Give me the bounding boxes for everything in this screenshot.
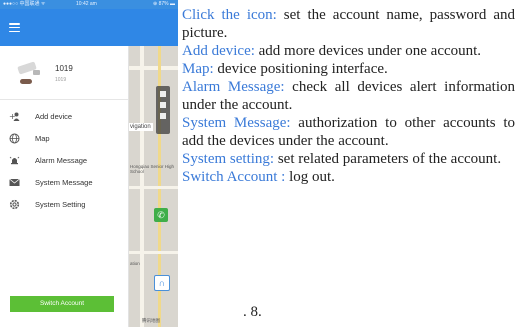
drawer-menu: + Add device Map Alarm Message System Me… xyxy=(0,106,128,216)
app-top-bar xyxy=(0,9,178,46)
description-text: set related parameters of the account. xyxy=(274,151,502,167)
hamburger-menu-icon[interactable] xyxy=(9,23,20,33)
menu-item-map[interactable]: Map xyxy=(0,128,128,150)
description-keyword: Map: xyxy=(182,61,214,77)
description-add-device: Add device: add more devices under one a… xyxy=(182,42,515,60)
map-view[interactable]: vigation Hongqiao Senior High School ati… xyxy=(128,46,178,327)
map-controls[interactable] xyxy=(156,86,170,134)
navigation-label: vigation xyxy=(128,123,153,131)
description-keyword: Switch Account : xyxy=(182,169,286,185)
description-system-setting: System setting: set related parameters o… xyxy=(182,150,515,168)
description-keyword: System Message: xyxy=(182,115,291,131)
menu-item-label: Add device xyxy=(35,112,73,121)
side-drawer: 1019 1019 + Add device Map Alarm Message… xyxy=(0,46,129,327)
add-user-icon: + xyxy=(9,111,20,122)
feature-descriptions: Click the icon: set the account name, pa… xyxy=(182,6,515,186)
battery-indicator: ⊕ 87% ▬ xyxy=(153,1,175,7)
profile-header[interactable]: 1019 1019 xyxy=(0,46,128,100)
alarm-icon xyxy=(9,155,20,166)
status-bar: ●●●○○ 中国联通 ᯤ 10:42 am ⊕ 87% ▬ xyxy=(0,0,178,9)
menu-item-label: System Setting xyxy=(35,200,86,209)
description-map: Map: device positioning interface. xyxy=(182,60,515,78)
description-system-message: System Message: authorization to other a… xyxy=(182,114,515,150)
phone-screenshot: ●●●○○ 中国联通 ᯤ 10:42 am ⊕ 87% ▬ vigation H… xyxy=(0,0,178,327)
gear-icon xyxy=(9,199,20,210)
menu-item-label: Map xyxy=(35,134,50,143)
status-time: 10:42 am xyxy=(76,1,97,7)
description-click-icon: Click the icon: set the account name, pa… xyxy=(182,6,515,42)
page-number: . 8. xyxy=(243,304,262,320)
description-text: device positioning interface. xyxy=(213,61,388,77)
menu-item-alarm-message[interactable]: Alarm Message xyxy=(0,150,128,172)
avatar[interactable] xyxy=(14,60,44,87)
description-text: add more devices under one account. xyxy=(254,43,482,59)
map-poi-text: Hongqiao Senior High School xyxy=(130,164,175,174)
headset-icon[interactable]: ∩ xyxy=(154,275,170,291)
description-keyword: Click the icon: xyxy=(182,7,277,23)
description-switch-account: Switch Account : log out. xyxy=(182,168,515,186)
menu-item-add-device[interactable]: + Add device xyxy=(0,106,128,128)
switch-account-button[interactable]: Switch Account xyxy=(10,296,114,312)
envelope-icon xyxy=(9,177,20,188)
globe-icon xyxy=(9,133,20,144)
carrier-signal: ●●●○○ 中国联通 ᯤ xyxy=(3,1,46,7)
map-side-text: ation xyxy=(130,261,140,266)
description-alarm-message: Alarm Message: check all devices alert i… xyxy=(182,78,515,114)
profile-subtitle: 1019 xyxy=(55,77,67,83)
menu-item-system-setting[interactable]: System Setting xyxy=(0,194,128,216)
description-keyword: Add device: xyxy=(182,43,255,59)
description-keyword: Alarm Message: xyxy=(182,79,285,95)
menu-item-label: Alarm Message xyxy=(35,156,88,165)
phone-icon[interactable]: ✆ xyxy=(154,208,168,222)
menu-item-system-message[interactable]: System Message xyxy=(0,172,128,194)
description-keyword: System setting: xyxy=(182,151,275,167)
description-text: log out. xyxy=(285,169,335,185)
menu-item-label: System Message xyxy=(35,178,93,187)
profile-name: 1019 xyxy=(55,64,73,73)
map-watermark: 腾讯地图 xyxy=(142,318,160,323)
